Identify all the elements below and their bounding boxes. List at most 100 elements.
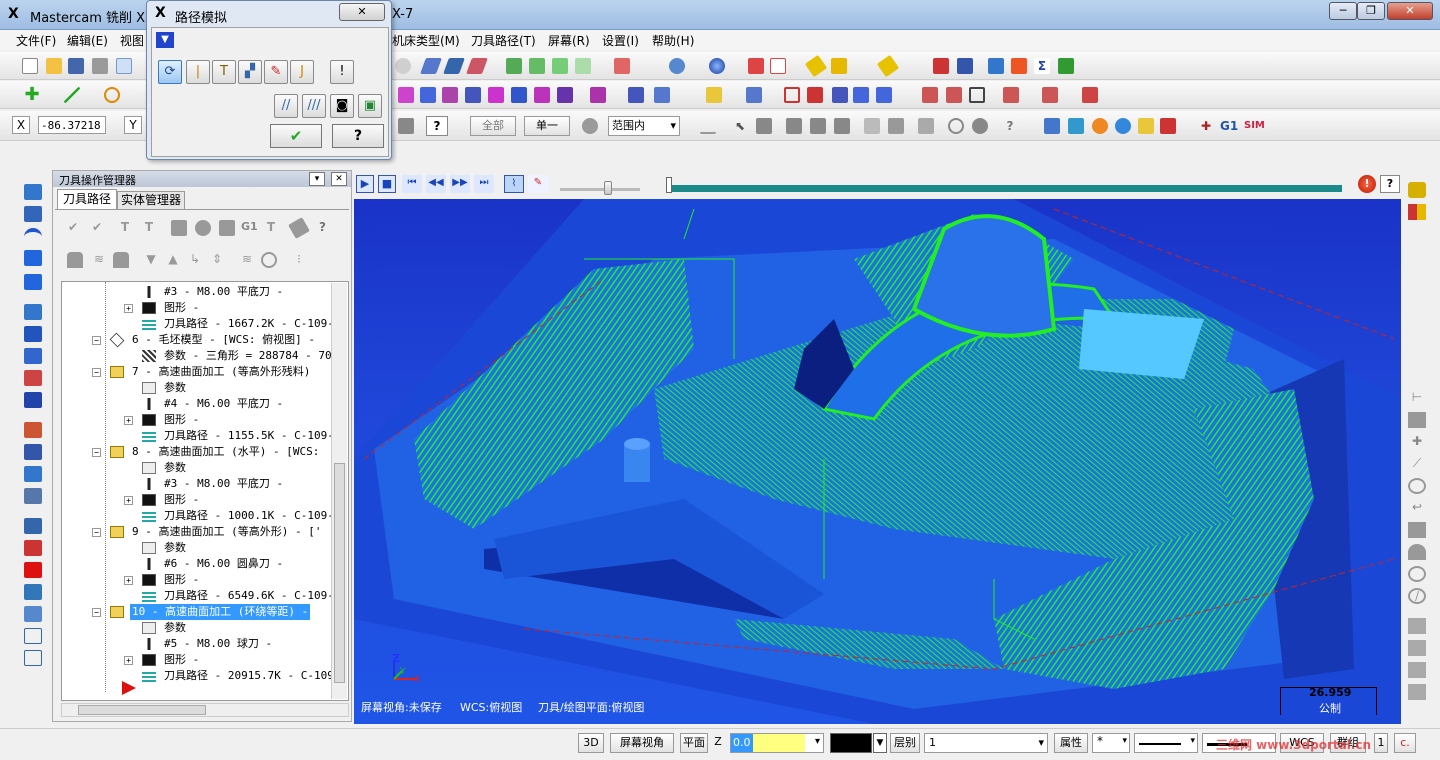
save-icon[interactable] [68, 58, 84, 74]
restore-button[interactable]: ❐ [1357, 2, 1385, 20]
trail-mode-button[interactable]: ⌇ [504, 175, 524, 193]
tree-vscroll[interactable] [331, 283, 347, 699]
line-style-select[interactable]: ▾ [1134, 733, 1198, 753]
tree-expander-icon[interactable]: − [92, 368, 101, 377]
dialog-close-button[interactable]: ✕ [339, 3, 385, 21]
close-button[interactable]: ✕ [1387, 2, 1433, 20]
shape-icon[interactable] [24, 274, 42, 290]
tab-toolpaths[interactable]: 刀具路径 [57, 189, 117, 209]
transform-3-icon[interactable] [442, 87, 458, 103]
speed-slider-track[interactable] [560, 188, 640, 191]
toggle-display-icon[interactable]: ≋ [91, 252, 107, 268]
filter-1-icon[interactable] [756, 118, 772, 134]
toolpath-1-icon[interactable] [1044, 118, 1060, 134]
transform-1-icon[interactable] [398, 87, 414, 103]
panel-menu-icon[interactable]: ▾ [309, 172, 325, 186]
wireframe-3-icon[interactable] [466, 58, 488, 74]
wireframe-2-icon[interactable] [443, 58, 465, 74]
backplot-icon[interactable] [171, 220, 187, 236]
minimize-button[interactable]: ─ [1329, 2, 1357, 20]
no-entry-icon[interactable]: / [1408, 588, 1426, 604]
globe-icon[interactable] [669, 58, 685, 74]
cube-outline-icon[interactable] [24, 628, 42, 644]
surface-4-icon[interactable] [1003, 87, 1019, 103]
move-up-icon[interactable] [24, 184, 42, 200]
step-back-button[interactable]: ◀◀ [426, 175, 446, 193]
menu-file[interactable]: 文件(F) [16, 32, 56, 49]
tool-8-icon[interactable] [1408, 544, 1426, 560]
info-button[interactable]: ! [330, 60, 354, 84]
transform-10-icon[interactable] [628, 87, 644, 103]
go-end-button[interactable]: ⏭ [474, 175, 494, 193]
solid-outline-icon[interactable] [770, 58, 786, 74]
line-icon[interactable] [64, 87, 80, 103]
simulate-icon[interactable] [219, 220, 235, 236]
insert-arrow-icon[interactable]: ↳ [187, 252, 203, 268]
regen-icon[interactable]: T [117, 220, 133, 236]
cube-icon[interactable] [24, 392, 42, 408]
select-dirty-ops-icon[interactable]: ✔ [89, 220, 105, 236]
menu-toolpaths[interactable]: 刀具路径(T) [471, 32, 536, 49]
simulation-progress[interactable] [672, 185, 1342, 192]
warning-icon[interactable]: ! [1358, 175, 1376, 193]
tool-shape-button[interactable]: J [290, 60, 314, 84]
filter-2-icon[interactable] [786, 118, 802, 134]
print-icon[interactable] [92, 58, 108, 74]
post-icon[interactable] [1058, 58, 1074, 74]
edit-tool-icon[interactable] [24, 584, 42, 600]
point-style-select[interactable]: * ▾ [1092, 733, 1130, 753]
display-quick-verify-button[interactable]: ▞ [238, 60, 262, 84]
color-swatch[interactable] [830, 733, 872, 753]
move-down-ops-icon[interactable]: ▼ [143, 252, 159, 268]
multi-view-icon[interactable] [1408, 204, 1426, 220]
edit-tool-2-icon[interactable] [24, 606, 42, 622]
layer-select[interactable]: 1 ▾ [924, 733, 1048, 753]
tree-expander-icon[interactable]: + [124, 576, 133, 585]
transform-9-icon[interactable] [590, 87, 606, 103]
tree-expander-icon[interactable]: − [92, 336, 101, 345]
z-depth-field[interactable]: 0.0 ▾ [730, 733, 824, 753]
surface-3-icon[interactable] [969, 87, 985, 103]
tree-expander-icon[interactable]: − [92, 528, 101, 537]
cube-view-icon[interactable] [1408, 182, 1426, 198]
dimension-icon[interactable] [746, 87, 762, 103]
select-all-ops-icon[interactable]: ✔ [65, 220, 81, 236]
filter-7-icon[interactable] [918, 118, 934, 134]
tool-1-icon[interactable]: ⊢ [1408, 390, 1426, 406]
query-icon[interactable] [933, 58, 949, 74]
expand-arrow-icon[interactable]: ▼ [156, 32, 174, 48]
sphere-icon[interactable] [709, 58, 725, 74]
toolbox-icon[interactable] [24, 422, 42, 438]
surface-2-icon[interactable] [946, 87, 962, 103]
play-button[interactable]: ▶ [356, 175, 374, 193]
display-holder-button[interactable]: T [212, 60, 236, 84]
fillet-icon[interactable] [853, 87, 869, 103]
transform-6-icon[interactable] [511, 87, 527, 103]
tool-10-icon[interactable] [1408, 618, 1426, 634]
solid-view-icon[interactable] [24, 304, 42, 320]
light-icon[interactable] [706, 87, 722, 103]
tool-7-icon[interactable] [1408, 522, 1426, 538]
color-dropdown-icon[interactable]: ▼ [873, 733, 887, 753]
print-preview-icon[interactable] [116, 58, 132, 74]
arc-tool-icon[interactable] [24, 228, 42, 244]
panel-help-button[interactable]: ? [319, 220, 326, 234]
g1-button[interactable]: G1 [1220, 119, 1238, 133]
verify-icon[interactable] [1011, 58, 1027, 74]
move-up-ops-icon[interactable]: ▲ [165, 252, 181, 268]
step-mode-button[interactable]: // [274, 94, 298, 118]
move-down-icon[interactable] [24, 250, 42, 266]
tree-expander-icon[interactable]: − [92, 448, 101, 457]
toolpath-2-icon[interactable] [1068, 118, 1084, 134]
toolpath-5-icon[interactable] [1138, 118, 1154, 134]
tree-expander-icon[interactable]: − [92, 608, 101, 617]
go-start-button[interactable]: ⏮ [402, 175, 422, 193]
lock-2-icon[interactable] [113, 252, 129, 268]
chain-icon[interactable] [988, 58, 1004, 74]
tree-expander-icon[interactable]: + [124, 656, 133, 665]
screen-view-button[interactable]: 屏幕视角 [610, 733, 674, 753]
tab-solids[interactable]: 实体管理器 [117, 191, 185, 209]
tree-hscroll-thumb[interactable] [78, 705, 206, 715]
toolpath-4-icon[interactable] [1115, 118, 1131, 134]
zoom-out-icon[interactable] [395, 58, 411, 74]
